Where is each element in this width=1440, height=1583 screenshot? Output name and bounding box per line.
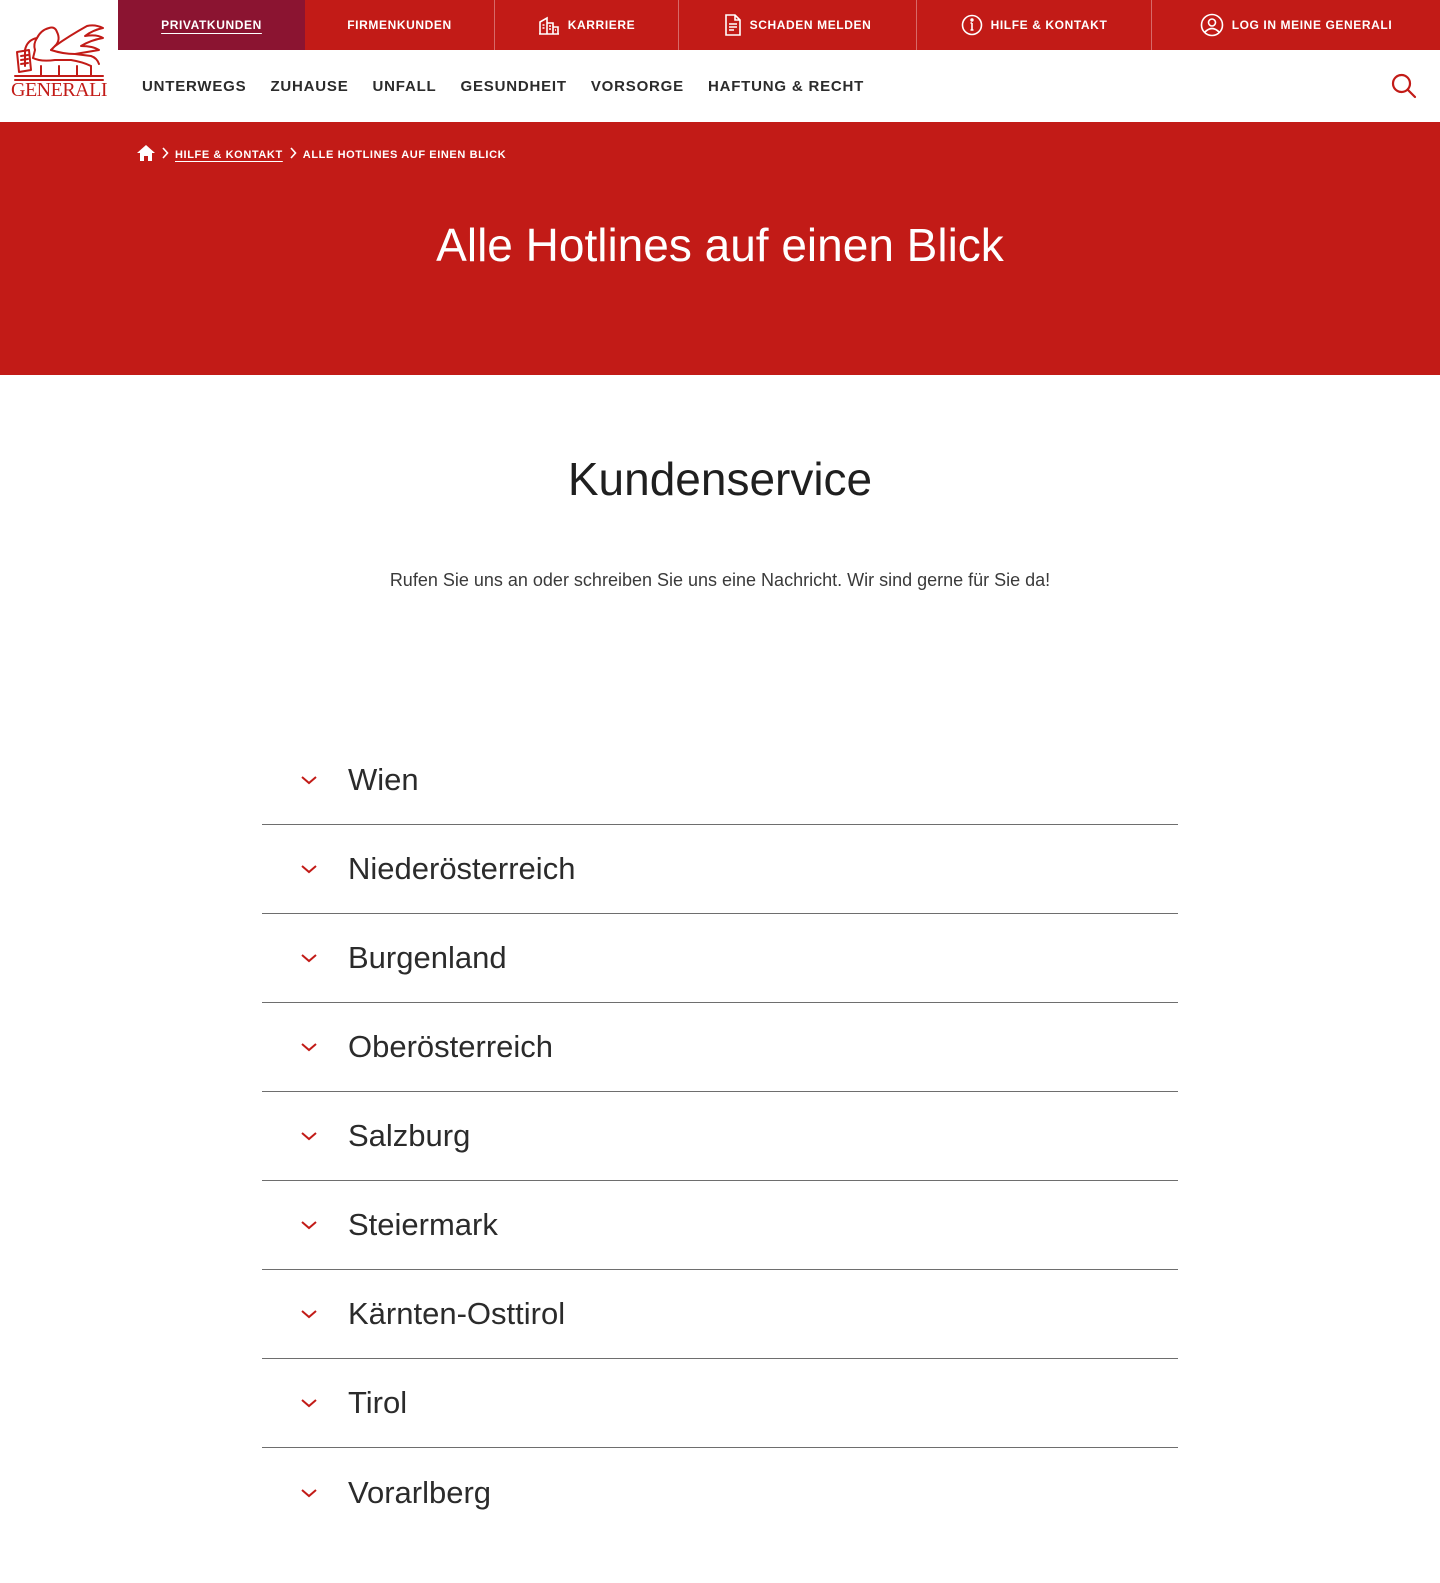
tab-firmenkunden[interactable]: FIRMENKUNDEN xyxy=(305,0,495,50)
hilfe-kontakt-link[interactable]: HILFE & KONTAKT xyxy=(917,0,1152,50)
accordion-item-tirol[interactable]: Tirol xyxy=(262,1359,1178,1448)
accordion-label: Salzburg xyxy=(348,1118,471,1153)
chevron-right-icon xyxy=(289,147,297,162)
nav-unfall[interactable]: UNFALL xyxy=(373,78,437,95)
chevron-down-icon xyxy=(300,1488,320,1498)
accordion-item-vorarlberg[interactable]: Vorarlberg xyxy=(262,1448,1178,1537)
info-icon xyxy=(961,14,983,36)
breadcrumb-current: ALLE HOTLINES AUF EINEN BLICK xyxy=(302,148,507,161)
schaden-melden-label: SCHADEN MELDEN xyxy=(749,18,872,32)
user-icon xyxy=(1200,13,1224,37)
accordion-item-kaernten-osttirol[interactable]: Kärnten-Osttirol xyxy=(262,1270,1178,1359)
accordion-item-wien[interactable]: Wien xyxy=(262,736,1178,825)
nav-unterwegs[interactable]: UNTERWEGS xyxy=(142,78,246,95)
accordion-item-steiermark[interactable]: Steiermark xyxy=(262,1181,1178,1270)
schaden-melden-link[interactable]: SCHADEN MELDEN xyxy=(679,0,917,50)
chevron-down-icon xyxy=(300,864,320,874)
breadcrumb-hilfe-kontakt[interactable]: HILFE & KONTAKT xyxy=(175,149,283,161)
karriere-label: KARRIERE xyxy=(567,18,636,32)
hero-banner: HILFE & KONTAKT ALLE HOTLINES AUF EINEN … xyxy=(0,122,1440,375)
chevron-down-icon xyxy=(300,1131,320,1141)
accordion-item-burgenland[interactable]: Burgenland xyxy=(262,914,1178,1003)
chevron-down-icon xyxy=(300,775,320,785)
section-title: Kundenservice xyxy=(567,453,873,505)
chevron-right-icon xyxy=(161,147,169,162)
accordion-label: Niederösterreich xyxy=(348,851,576,886)
home-icon[interactable] xyxy=(137,145,155,164)
tab-privatkunden[interactable]: PRIVATKUNDEN xyxy=(118,0,305,50)
breadcrumb: HILFE & KONTAKT ALLE HOTLINES AUF EINEN … xyxy=(137,145,506,164)
accordion-label: Vorarlberg xyxy=(348,1474,492,1510)
page-title: Alle Hotlines auf einen Blick xyxy=(436,219,1004,271)
accordion-label: Tirol xyxy=(348,1385,408,1420)
document-icon xyxy=(724,14,742,36)
login-link[interactable]: LOG IN MEINE GENERALI xyxy=(1152,0,1440,50)
accordion-item-niederoesterreich[interactable]: Niederösterreich xyxy=(262,825,1178,914)
tab-privatkunden-label: PRIVATKUNDEN xyxy=(161,18,262,32)
chevron-down-icon xyxy=(300,1309,320,1319)
chevron-down-icon xyxy=(300,1220,320,1230)
search-button[interactable] xyxy=(1390,72,1418,100)
chevron-down-icon xyxy=(300,1042,320,1052)
nav-haftung-recht[interactable]: HAFTUNG & RECHT xyxy=(708,78,864,95)
nav-vorsorge[interactable]: VORSORGE xyxy=(591,78,684,95)
chevron-down-icon xyxy=(300,1398,320,1408)
accordion-label: Wien xyxy=(348,762,419,797)
accordion-item-oberoesterreich[interactable]: Oberösterreich xyxy=(262,1003,1178,1092)
section-intro: Rufen Sie uns an oder schreiben Sie uns … xyxy=(389,570,1051,590)
accordion-label: Kärnten-Osttirol xyxy=(348,1296,566,1331)
karriere-link[interactable]: KARRIERE xyxy=(495,0,679,50)
building-icon xyxy=(538,15,560,35)
utility-bar: PRIVATKUNDEN FIRMENKUNDEN KARRIERE SCHAD… xyxy=(118,0,1440,50)
accordion-label: Steiermark xyxy=(348,1207,498,1242)
search-icon xyxy=(1391,73,1417,99)
regions-accordion: Wien Niederösterreich Burgenland Oberöst… xyxy=(262,736,1178,1537)
generali-logo[interactable]: GENERALI xyxy=(0,0,118,122)
login-label: LOG IN MEINE GENERALI xyxy=(1231,18,1393,32)
hilfe-kontakt-label: HILFE & KONTAKT xyxy=(990,18,1108,32)
accordion-label: Burgenland xyxy=(348,940,507,975)
tab-firmenkunden-label: FIRMENKUNDEN xyxy=(347,18,452,32)
nav-gesundheit[interactable]: GESUNDHEIT xyxy=(461,78,567,95)
nav-zuhause[interactable]: ZUHAUSE xyxy=(270,78,348,95)
main-navigation: UNTERWEGS ZUHAUSE UNFALL GESUNDHEIT VORS… xyxy=(118,50,1440,122)
lion-logo-icon xyxy=(14,24,104,81)
brand-wordmark: GENERALI xyxy=(11,79,107,101)
accordion-item-salzburg[interactable]: Salzburg xyxy=(262,1092,1178,1181)
chevron-down-icon xyxy=(300,953,320,963)
accordion-label: Oberösterreich xyxy=(348,1029,554,1064)
